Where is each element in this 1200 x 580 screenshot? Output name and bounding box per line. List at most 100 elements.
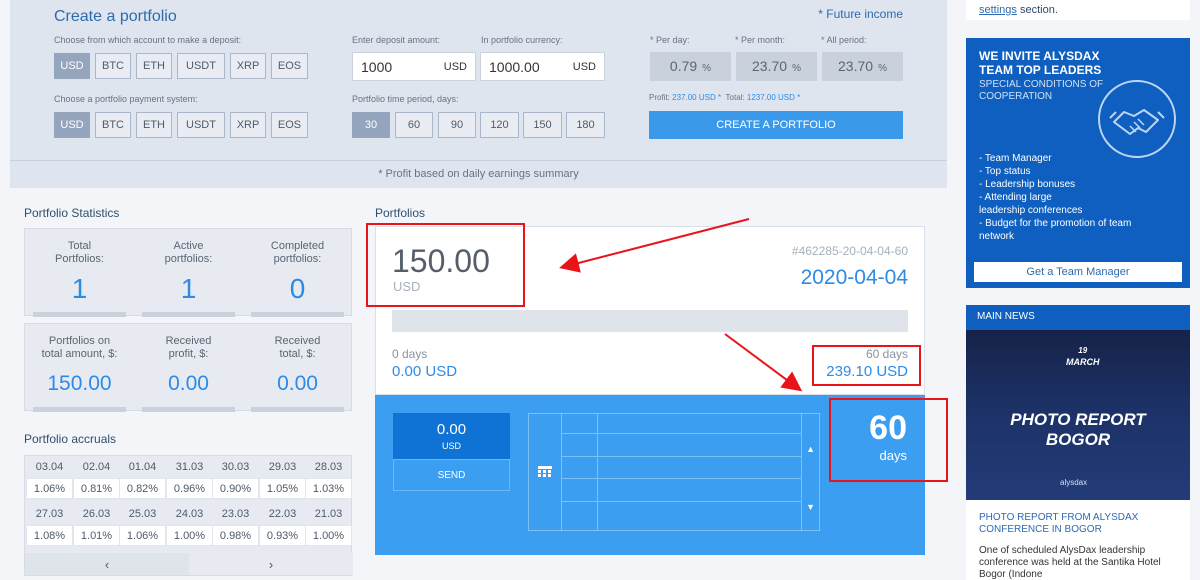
deposit-currency-xrp[interactable]: XRP [230, 53, 266, 79]
period-60[interactable]: 60 [395, 112, 433, 138]
send-amount-value: 0.00 [436, 421, 467, 438]
stat-received-profit: Received profit, $: 0.00 [134, 324, 243, 412]
accrual-percent: 1.05% [259, 478, 306, 499]
calendar-widget[interactable]: ▲ ▼ [528, 413, 820, 531]
news-photo-day: 19 [1078, 346, 1088, 355]
deposit-amount-label: Enter deposit amount: [352, 35, 441, 45]
accruals-title: Portfolio accruals [24, 432, 117, 446]
period-90[interactable]: 90 [438, 112, 476, 138]
annotation-box-end-amount [812, 345, 921, 386]
payment-currency-eth[interactable]: ETH [136, 112, 172, 138]
accrual-date: 02.04 [82, 461, 111, 473]
profit-value: 237.00 USD * [672, 93, 722, 102]
invite-benefit: - Top status [979, 166, 1031, 177]
settings-link[interactable]: settings [979, 4, 1017, 16]
accrual-percent: 0.93% [259, 525, 306, 546]
accrual-date: 03.04 [35, 461, 64, 473]
calendar-grid-line [562, 456, 802, 457]
payment-currency-btc[interactable]: BTC [95, 112, 131, 138]
portfolio-currency-unit: USD [572, 60, 596, 73]
news-photo-caption-1: PHOTO REPORT [1010, 410, 1146, 429]
main-news-header: MAIN NEWS [966, 305, 1190, 330]
accrual-percent: 1.06% [119, 525, 166, 546]
deposit-currency-eos[interactable]: EOS [271, 53, 308, 79]
deposit-currency-btc[interactable]: BTC [95, 53, 131, 79]
payment-currency-eos[interactable]: EOS [271, 112, 308, 138]
accrual-percent: 1.00% [305, 525, 352, 546]
accrual-date: 21.03 [314, 508, 343, 520]
stat-completed-portfolios: Completed portfolios: 0 [243, 229, 352, 317]
deposit-currency-usdt[interactable]: USDT [177, 53, 225, 79]
chevron-right-icon[interactable]: › [189, 553, 353, 575]
send-amount: 0.00 USD [393, 413, 510, 459]
per-day-percent: % [702, 63, 712, 74]
portfolio-id: #462285-20-04-04-60 [791, 244, 908, 258]
total-label: Total: [725, 93, 745, 102]
deposit-amount-input[interactable]: 1000 USD [352, 52, 476, 81]
stat-total-portfolios: Total Portfolios: 1 [25, 229, 134, 317]
period-180[interactable]: 180 [566, 112, 605, 138]
send-button[interactable]: SEND [393, 459, 510, 491]
deposit-amount-unit: USD [443, 60, 467, 73]
stat-label-line2: total, $: [279, 348, 316, 360]
accrual-percent: 1.03% [305, 478, 352, 499]
period-30[interactable]: 30 [352, 112, 390, 138]
stat-label-line1: Received [274, 335, 321, 347]
payment-currency-usdt[interactable]: USDT [177, 112, 225, 138]
chevron-left-icon[interactable]: ‹ [25, 553, 189, 575]
per-day-label: * Per day: [650, 35, 690, 45]
invite-sub-line1: SPECIAL CONDITIONS OF [979, 79, 1104, 90]
stat-total-amount: Portfolios on total amount, $: 150.00 [25, 324, 134, 412]
per-day-value: 0.79 [669, 58, 698, 74]
deposit-currency-usd[interactable]: USD [54, 53, 90, 79]
create-portfolio-button[interactable]: CREATE A PORTFOLIO [649, 111, 903, 139]
accrual-date: 31.03 [175, 461, 204, 473]
stat-value: 150.00 [47, 372, 112, 395]
payment-currency-usd[interactable]: USD [54, 112, 90, 138]
stat-label-line1: Completed [270, 240, 325, 252]
payment-system-label: Choose a portfolio payment system: [54, 94, 198, 104]
portfolio-currency-input[interactable]: 1000.00 USD [480, 52, 605, 81]
calendar-icon[interactable] [529, 414, 562, 530]
statistics-title: Portfolio Statistics [24, 206, 120, 220]
deposit-currency-eth[interactable]: ETH [136, 53, 172, 79]
invite-benefit: - Leadership bonuses [979, 179, 1076, 190]
calendar-grid-line [597, 414, 598, 530]
accrual-percent: 1.06% [26, 478, 73, 499]
get-team-manager-button[interactable]: Get a Team Manager [974, 262, 1182, 282]
profit-label: Profit: [649, 93, 670, 102]
deposit-amount-value: 1000 [361, 58, 393, 75]
annotation-box-days [829, 398, 948, 482]
accrual-percent: 0.96% [166, 478, 213, 499]
news-photo-brand: alysdax [1060, 478, 1088, 487]
portfolio-date: 2020-04-04 [800, 266, 908, 289]
team-leaders-invite: WE INVITE ALYSDAX TEAM TOP LEADERS SPECI… [966, 38, 1190, 288]
send-amount-unit: USD [441, 441, 461, 451]
stat-label-line2: Portfolios: [55, 253, 104, 265]
stat-label-line2: portfolios: [273, 253, 322, 265]
invite-benefit: leadership conferences [979, 205, 1083, 216]
news-photo[interactable]: 19 MARCH PHOTO REPORT BOGOR alysdax [966, 330, 1190, 500]
scroll-up-icon[interactable]: ▲ [806, 444, 815, 454]
accrual-percent: 1.00% [166, 525, 213, 546]
settings-suffix: section. [1016, 4, 1058, 16]
news-photo-date: 19 MARCH [1066, 344, 1100, 367]
news-title-link[interactable]: PHOTO REPORT FROM ALYSDAX CONFERENCE IN … [979, 512, 1179, 536]
portfolio-currency-value: 1000.00 [489, 58, 540, 75]
period-150[interactable]: 150 [523, 112, 562, 138]
invite-sub-line2: COOPERATION [979, 91, 1053, 102]
news-photo-caption-2: BOGOR [1045, 430, 1111, 449]
accrual-date: 27.03 [35, 508, 64, 520]
accrual-date: 01.04 [128, 461, 157, 473]
period-120[interactable]: 120 [480, 112, 519, 138]
create-portfolio-panel: Create a portfolio * Future income Choos… [10, 0, 947, 188]
accrual-percent: 0.82% [119, 478, 166, 499]
payment-currency-xrp[interactable]: XRP [230, 112, 266, 138]
scroll-down-icon[interactable]: ▼ [806, 502, 815, 512]
calendar-grid-line [562, 478, 802, 479]
stat-value: 1 [71, 273, 88, 304]
accrual-percent: 0.90% [212, 478, 259, 499]
invite-benefit: network [979, 231, 1015, 242]
accrual-date: 25.03 [128, 508, 157, 520]
accrual-percent: 1.01% [73, 525, 120, 546]
